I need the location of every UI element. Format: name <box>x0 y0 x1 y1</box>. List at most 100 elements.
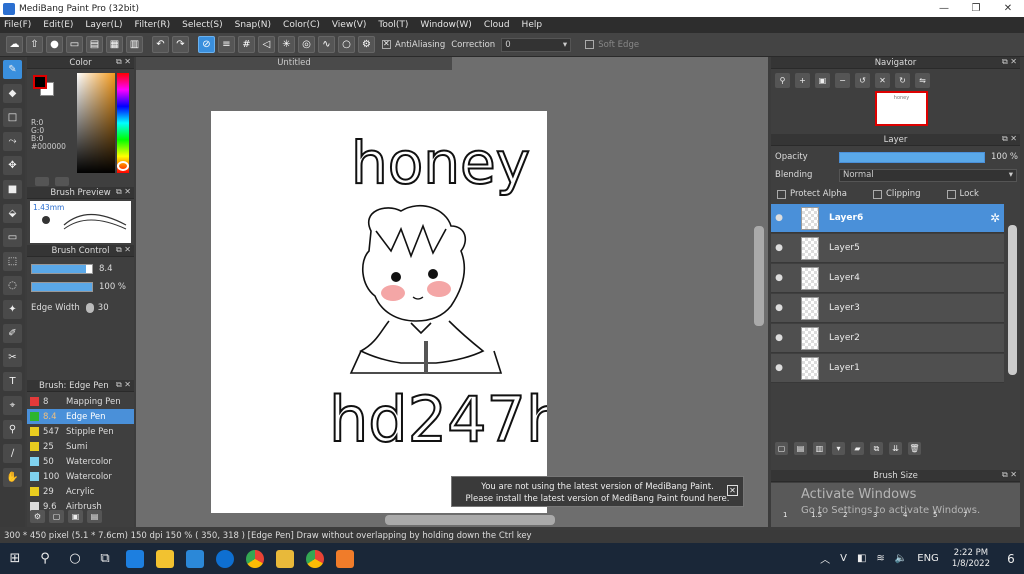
shape-tool-icon[interactable]: □ <box>3 108 22 127</box>
layer-visibility-icon[interactable]: ● <box>771 303 787 313</box>
panel-icon[interactable]: ▥ <box>126 36 143 53</box>
windows-start-icon[interactable]: ⊞ <box>0 543 30 574</box>
brush-size-option[interactable]: 5 <box>933 511 937 519</box>
file-explorer-icon[interactable] <box>150 543 180 574</box>
canvas-horizontal-scrollbar[interactable] <box>385 515 555 525</box>
brush-item[interactable]: 29 Acrylic <box>27 484 134 499</box>
panel-controls-icon[interactable]: ⧉ ✕ <box>116 245 131 255</box>
snap-off-icon[interactable]: ⊘ <box>198 36 215 53</box>
layer-row[interactable]: ● Layer4 <box>771 264 1004 293</box>
brush-size-option[interactable]: 1 <box>783 511 787 519</box>
layer-row[interactable]: ● Layer5 <box>771 234 1004 263</box>
snap-settings-icon[interactable]: ⚙ <box>358 36 375 53</box>
correction-select[interactable]: 0 <box>501 37 572 52</box>
notice-line-2[interactable]: Please install the latest version of Med… <box>452 493 743 505</box>
select-rect-tool-icon[interactable]: ⬚ <box>3 252 22 271</box>
teamviewer-icon[interactable] <box>210 543 240 574</box>
menu-tool[interactable]: Tool(T) <box>378 20 408 30</box>
chrome-profile-icon[interactable] <box>300 543 330 574</box>
edge-width-knob[interactable] <box>85 303 94 313</box>
snap-radial-icon[interactable]: ✳ <box>278 36 295 53</box>
add-layer-menu-icon[interactable]: ▾ <box>832 442 845 455</box>
brush-add-icon[interactable]: ▣ <box>68 510 83 523</box>
brush-size-panel[interactable]: Activate Windows Go to Settings to activ… <box>771 483 1020 527</box>
brush-opacity-slider[interactable] <box>31 282 93 292</box>
folder-icon[interactable]: ▰ <box>851 442 864 455</box>
chrome-icon[interactable] <box>240 543 270 574</box>
menu-color[interactable]: Color(C) <box>283 20 320 30</box>
brush-item[interactable]: 547 Stipple Pen <box>27 424 134 439</box>
tray-chevron-icon[interactable]: ︿ <box>820 551 830 566</box>
rotate-right-icon[interactable]: ↻ <box>895 72 910 88</box>
brush-size-option[interactable]: 7 <box>963 511 967 519</box>
layer-visibility-icon[interactable]: ● <box>771 363 787 373</box>
brush-size-option[interactable]: 2 <box>843 511 847 519</box>
panel-controls-icon[interactable]: ⧉ ✕ <box>116 57 131 67</box>
blending-select[interactable]: Normal <box>839 168 1017 182</box>
move-tool-icon[interactable]: ✥ <box>3 156 22 175</box>
notice-close-icon[interactable]: ✕ <box>727 485 738 496</box>
snap-circle-icon[interactable]: ◎ <box>298 36 315 53</box>
blend-tool-icon[interactable]: ∕ <box>3 444 22 463</box>
mail-app-icon[interactable] <box>180 543 210 574</box>
restore-button[interactable]: ❐ <box>960 0 992 17</box>
brush-size-option[interactable]: 1.5 <box>811 511 822 519</box>
brush-size-option[interactable]: 4 <box>903 511 907 519</box>
message-icon[interactable]: ▭ <box>66 36 83 53</box>
layer-visibility-icon[interactable]: ● <box>771 243 787 253</box>
layer-visibility-icon[interactable]: ● <box>771 333 787 343</box>
menu-filter[interactable]: Filter(R) <box>135 20 171 30</box>
wifi-icon[interactable]: ≋ <box>876 553 884 564</box>
hand-tool-icon[interactable]: ✋ <box>3 468 22 487</box>
menu-window[interactable]: Window(W) <box>420 20 471 30</box>
hue-slider[interactable] <box>117 73 129 173</box>
volume-icon[interactable]: 🔈 <box>895 553 907 564</box>
soft-edge-checkbox[interactable] <box>585 40 595 49</box>
medibang-app-icon[interactable] <box>330 543 360 574</box>
merge-layer-icon[interactable]: ⇊ <box>889 442 902 455</box>
canvas-tab[interactable]: Untitled <box>136 57 452 70</box>
cloud-icon[interactable]: ☁ <box>6 36 23 53</box>
zoom-out-icon[interactable]: − <box>835 72 850 88</box>
color-mode-button[interactable] <box>35 177 49 186</box>
bucket-tool-icon[interactable]: ⬙ <box>3 204 22 223</box>
layer-row[interactable]: ● Layer6 ✲ <box>771 204 1004 233</box>
brush-copy-icon[interactable]: ▤ <box>87 510 102 523</box>
layer-row[interactable]: ● Layer1 <box>771 354 1004 383</box>
panel-controls-icon[interactable]: ⧉ ✕ <box>1002 134 1017 144</box>
lasso-tool-icon[interactable]: ◌ <box>3 276 22 295</box>
snap-perspective-icon[interactable]: ◁ <box>258 36 275 53</box>
antivirus-icon[interactable]: V <box>840 553 847 564</box>
search-icon[interactable]: ⚲ <box>30 543 60 574</box>
reset-view-icon[interactable]: ✕ <box>875 72 890 88</box>
saturation-value-picker[interactable] <box>77 73 115 173</box>
brush-size-option[interactable]: 3 <box>873 511 877 519</box>
language-indicator[interactable]: ENG <box>917 553 939 564</box>
redo-icon[interactable]: ↷ <box>172 36 189 53</box>
fill-rect-tool-icon[interactable]: ■ <box>3 180 22 199</box>
pen-curve-tool-icon[interactable]: ⤳ <box>3 132 22 151</box>
operation-tool-icon[interactable]: ⌖ <box>3 396 22 415</box>
menu-snap[interactable]: Snap(N) <box>235 20 271 30</box>
antialiasing-checkbox[interactable] <box>382 39 391 49</box>
folder-app-icon[interactable] <box>270 543 300 574</box>
new-layer-icon[interactable]: ▢ <box>775 442 788 455</box>
snap-curve-icon[interactable]: ∿ <box>318 36 335 53</box>
panel-controls-icon[interactable]: ⧉ ✕ <box>116 187 131 197</box>
navigator-view[interactable]: honey <box>771 91 1020 134</box>
flip-icon[interactable]: ⇋ <box>915 72 930 88</box>
task-view-icon[interactable]: ⧉ <box>90 543 120 574</box>
layer-visibility-icon[interactable]: ● <box>771 213 787 223</box>
canvas-vertical-scrollbar[interactable] <box>754 226 764 326</box>
brush-item[interactable]: 25 Sumi <box>27 439 134 454</box>
panel-controls-icon[interactable]: ⧉ ✕ <box>1002 57 1017 67</box>
undo-icon[interactable]: ↶ <box>152 36 169 53</box>
magic-wand-tool-icon[interactable]: ✦ <box>3 300 22 319</box>
update-notice[interactable]: You are not using the latest version of … <box>451 476 744 507</box>
layer-scrollbar[interactable] <box>1008 225 1017 375</box>
gradient-tool-icon[interactable]: ▭ <box>3 228 22 247</box>
snap-grid-icon[interactable]: # <box>238 36 255 53</box>
menu-layer[interactable]: Layer(L) <box>85 20 122 30</box>
menu-help[interactable]: Help <box>522 20 543 30</box>
text-tool-icon[interactable]: T <box>3 372 22 391</box>
